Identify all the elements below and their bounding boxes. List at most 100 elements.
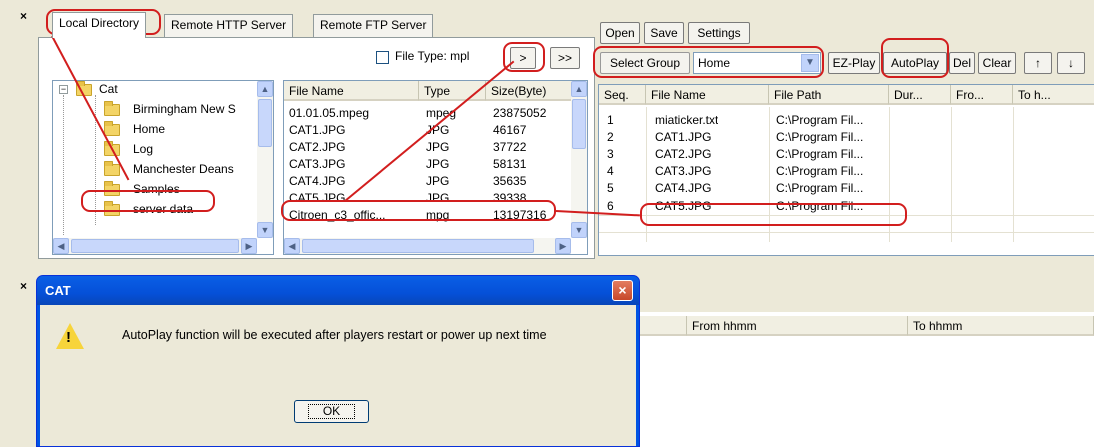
tree-item-log[interactable]: Log xyxy=(133,140,153,158)
playlist-path-cell: C:\Program Fil... xyxy=(776,181,864,195)
dialog-title: CAT xyxy=(37,276,639,305)
bottom-panel-close-icon[interactable]: × xyxy=(20,280,27,292)
playlist-path-cell: C:\Program Fil... xyxy=(776,130,864,144)
playlist-file-cell[interactable]: miaticker.txt xyxy=(655,113,718,128)
annotation-box-select-group xyxy=(593,46,824,78)
scroll-up-icon[interactable]: ▲ xyxy=(571,81,587,97)
annotation-box-samples xyxy=(81,190,215,212)
scroll-down-icon[interactable]: ▼ xyxy=(257,222,273,238)
playlist-file-cell[interactable]: CAT3.JPG xyxy=(655,164,711,179)
file-name-cell[interactable]: 01.01.05.mpeg xyxy=(289,106,369,121)
tab-remote-ftp-server[interactable]: Remote FTP Server xyxy=(313,14,434,37)
col-header-to[interactable]: To h... xyxy=(1013,85,1094,105)
col-header-size[interactable]: Size(Byte) xyxy=(486,81,572,101)
dialog-body: ! AutoPlay function will be executed aft… xyxy=(40,305,636,446)
scroll-left-icon[interactable]: ◀ xyxy=(284,238,300,254)
file-type-cell: JPG xyxy=(426,157,450,171)
file-list[interactable]: File Name Type Size(Byte) 01.01.05.mpeg … xyxy=(283,80,588,255)
scroll-thumb[interactable] xyxy=(302,239,534,253)
file-list-vscrollbar[interactable]: ▲ ▼ xyxy=(571,81,587,238)
file-size-cell: 37722 xyxy=(493,140,527,154)
bottom-col-header-from[interactable]: From hhmm xyxy=(687,316,908,336)
ok-button[interactable]: OK xyxy=(294,400,369,423)
delete-button[interactable]: Del xyxy=(949,52,975,74)
file-name-cell[interactable]: CAT3.JPG xyxy=(289,157,345,172)
transfer-all-button[interactable]: >> xyxy=(550,47,580,69)
col-header-duration[interactable]: Dur... xyxy=(889,85,951,105)
annotation-box-cat5-file xyxy=(281,200,556,221)
bottom-toolbar xyxy=(600,282,1094,312)
scroll-right-icon[interactable]: ▶ xyxy=(241,238,257,254)
file-size-cell: 23875052 xyxy=(493,106,547,120)
col-header-file-name[interactable]: File Name xyxy=(646,85,769,105)
playlist-file-cell[interactable]: CAT1.JPG xyxy=(655,130,711,145)
col-header-from[interactable]: Fro... xyxy=(951,85,1013,105)
grid-line xyxy=(1013,107,1014,242)
tree-vscrollbar[interactable]: ▲ ▼ xyxy=(257,81,273,238)
file-type-cell: JPG xyxy=(426,140,450,154)
seq-cell: 5 xyxy=(607,181,614,195)
playlist-path-cell: C:\Program Fil... xyxy=(776,164,864,178)
file-type-checkbox[interactable] xyxy=(376,51,389,64)
col-header-file-path[interactable]: File Path xyxy=(769,85,889,105)
file-name-cell[interactable]: CAT1.JPG xyxy=(289,123,345,138)
tree-item-manchester[interactable]: Manchester Deans xyxy=(133,160,234,178)
open-button[interactable]: Open xyxy=(600,22,640,44)
file-size-cell: 35635 xyxy=(493,174,527,188)
file-size-cell: 46167 xyxy=(493,123,527,137)
dialog-close-button[interactable]: × xyxy=(612,280,633,301)
file-type-label: File Type: mpl xyxy=(395,49,470,63)
move-up-button[interactable]: ↑ xyxy=(1024,52,1052,74)
ok-button-label: OK xyxy=(307,404,356,419)
ez-play-button[interactable]: EZ-Play xyxy=(828,52,880,74)
col-header-seq[interactable]: Seq. xyxy=(599,85,646,105)
file-type-cell: JPG xyxy=(426,174,450,188)
seq-cell: 3 xyxy=(607,147,614,161)
tree-item-cat[interactable]: Cat xyxy=(99,81,118,98)
playlist-file-cell[interactable]: CAT4.JPG xyxy=(655,181,711,196)
tab-local-directory[interactable]: Local Directory xyxy=(52,12,147,38)
warning-icon-mark: ! xyxy=(66,329,71,346)
col-header-file-name[interactable]: File Name xyxy=(284,81,419,101)
playlist-path-cell: C:\Program Fil... xyxy=(776,113,864,127)
dialog-message: AutoPlay function will be executed after… xyxy=(122,328,547,342)
scroll-down-icon[interactable]: ▼ xyxy=(571,222,587,238)
scroll-thumb[interactable] xyxy=(71,239,239,253)
tree-item-home[interactable]: Home xyxy=(133,120,165,138)
bottom-col-header-blank xyxy=(640,316,687,336)
clear-button[interactable]: Clear xyxy=(978,52,1016,74)
tree-item-birmingham[interactable]: Birmingham New S xyxy=(133,100,236,118)
seq-cell: 4 xyxy=(607,164,614,178)
file-list-hscrollbar[interactable]: ◀ ▶ xyxy=(284,238,571,254)
settings-button[interactable]: Settings xyxy=(688,22,750,44)
scroll-up-icon[interactable]: ▲ xyxy=(257,81,273,97)
save-button[interactable]: Save xyxy=(644,22,684,44)
scroll-thumb[interactable] xyxy=(572,99,586,149)
seq-cell: 2 xyxy=(607,130,614,144)
tab-remote-http-server[interactable]: Remote HTTP Server xyxy=(164,14,294,37)
grid-line xyxy=(951,107,952,242)
scroll-left-icon[interactable]: ◀ xyxy=(53,238,69,254)
move-down-button[interactable]: ↓ xyxy=(1057,52,1085,74)
folder-tree[interactable]: − Cat Birmingham New S Home Log Manchest… xyxy=(52,80,274,255)
grid-line xyxy=(599,232,1094,233)
playlist-table[interactable]: Seq. File Name File Path Dur... Fro... T… xyxy=(598,84,1094,256)
file-name-cell[interactable]: CAT4.JPG xyxy=(289,174,345,189)
playlist-file-cell[interactable]: CAT2.JPG xyxy=(655,147,711,162)
message-dialog: CAT × ! AutoPlay function will be execut… xyxy=(36,275,640,447)
scroll-thumb[interactable] xyxy=(258,99,272,147)
bottom-col-header-to[interactable]: To hhmm xyxy=(908,316,1094,336)
tree-hscrollbar[interactable]: ◀ ▶ xyxy=(53,238,257,254)
file-size-cell: 58131 xyxy=(493,157,527,171)
annotation-box-cat5-playlist xyxy=(640,203,907,226)
file-name-cell[interactable]: CAT2.JPG xyxy=(289,140,345,155)
panel-close-icon[interactable]: × xyxy=(20,10,27,22)
folder-icon xyxy=(104,161,120,176)
tree-line xyxy=(63,95,64,235)
folder-icon xyxy=(104,101,120,116)
annotation-box-autoplay xyxy=(881,38,949,78)
folder-icon xyxy=(104,121,120,136)
tree-collapse-icon[interactable]: − xyxy=(59,85,68,94)
playlist-path-cell: C:\Program Fil... xyxy=(776,147,864,161)
scroll-right-icon[interactable]: ▶ xyxy=(555,238,571,254)
